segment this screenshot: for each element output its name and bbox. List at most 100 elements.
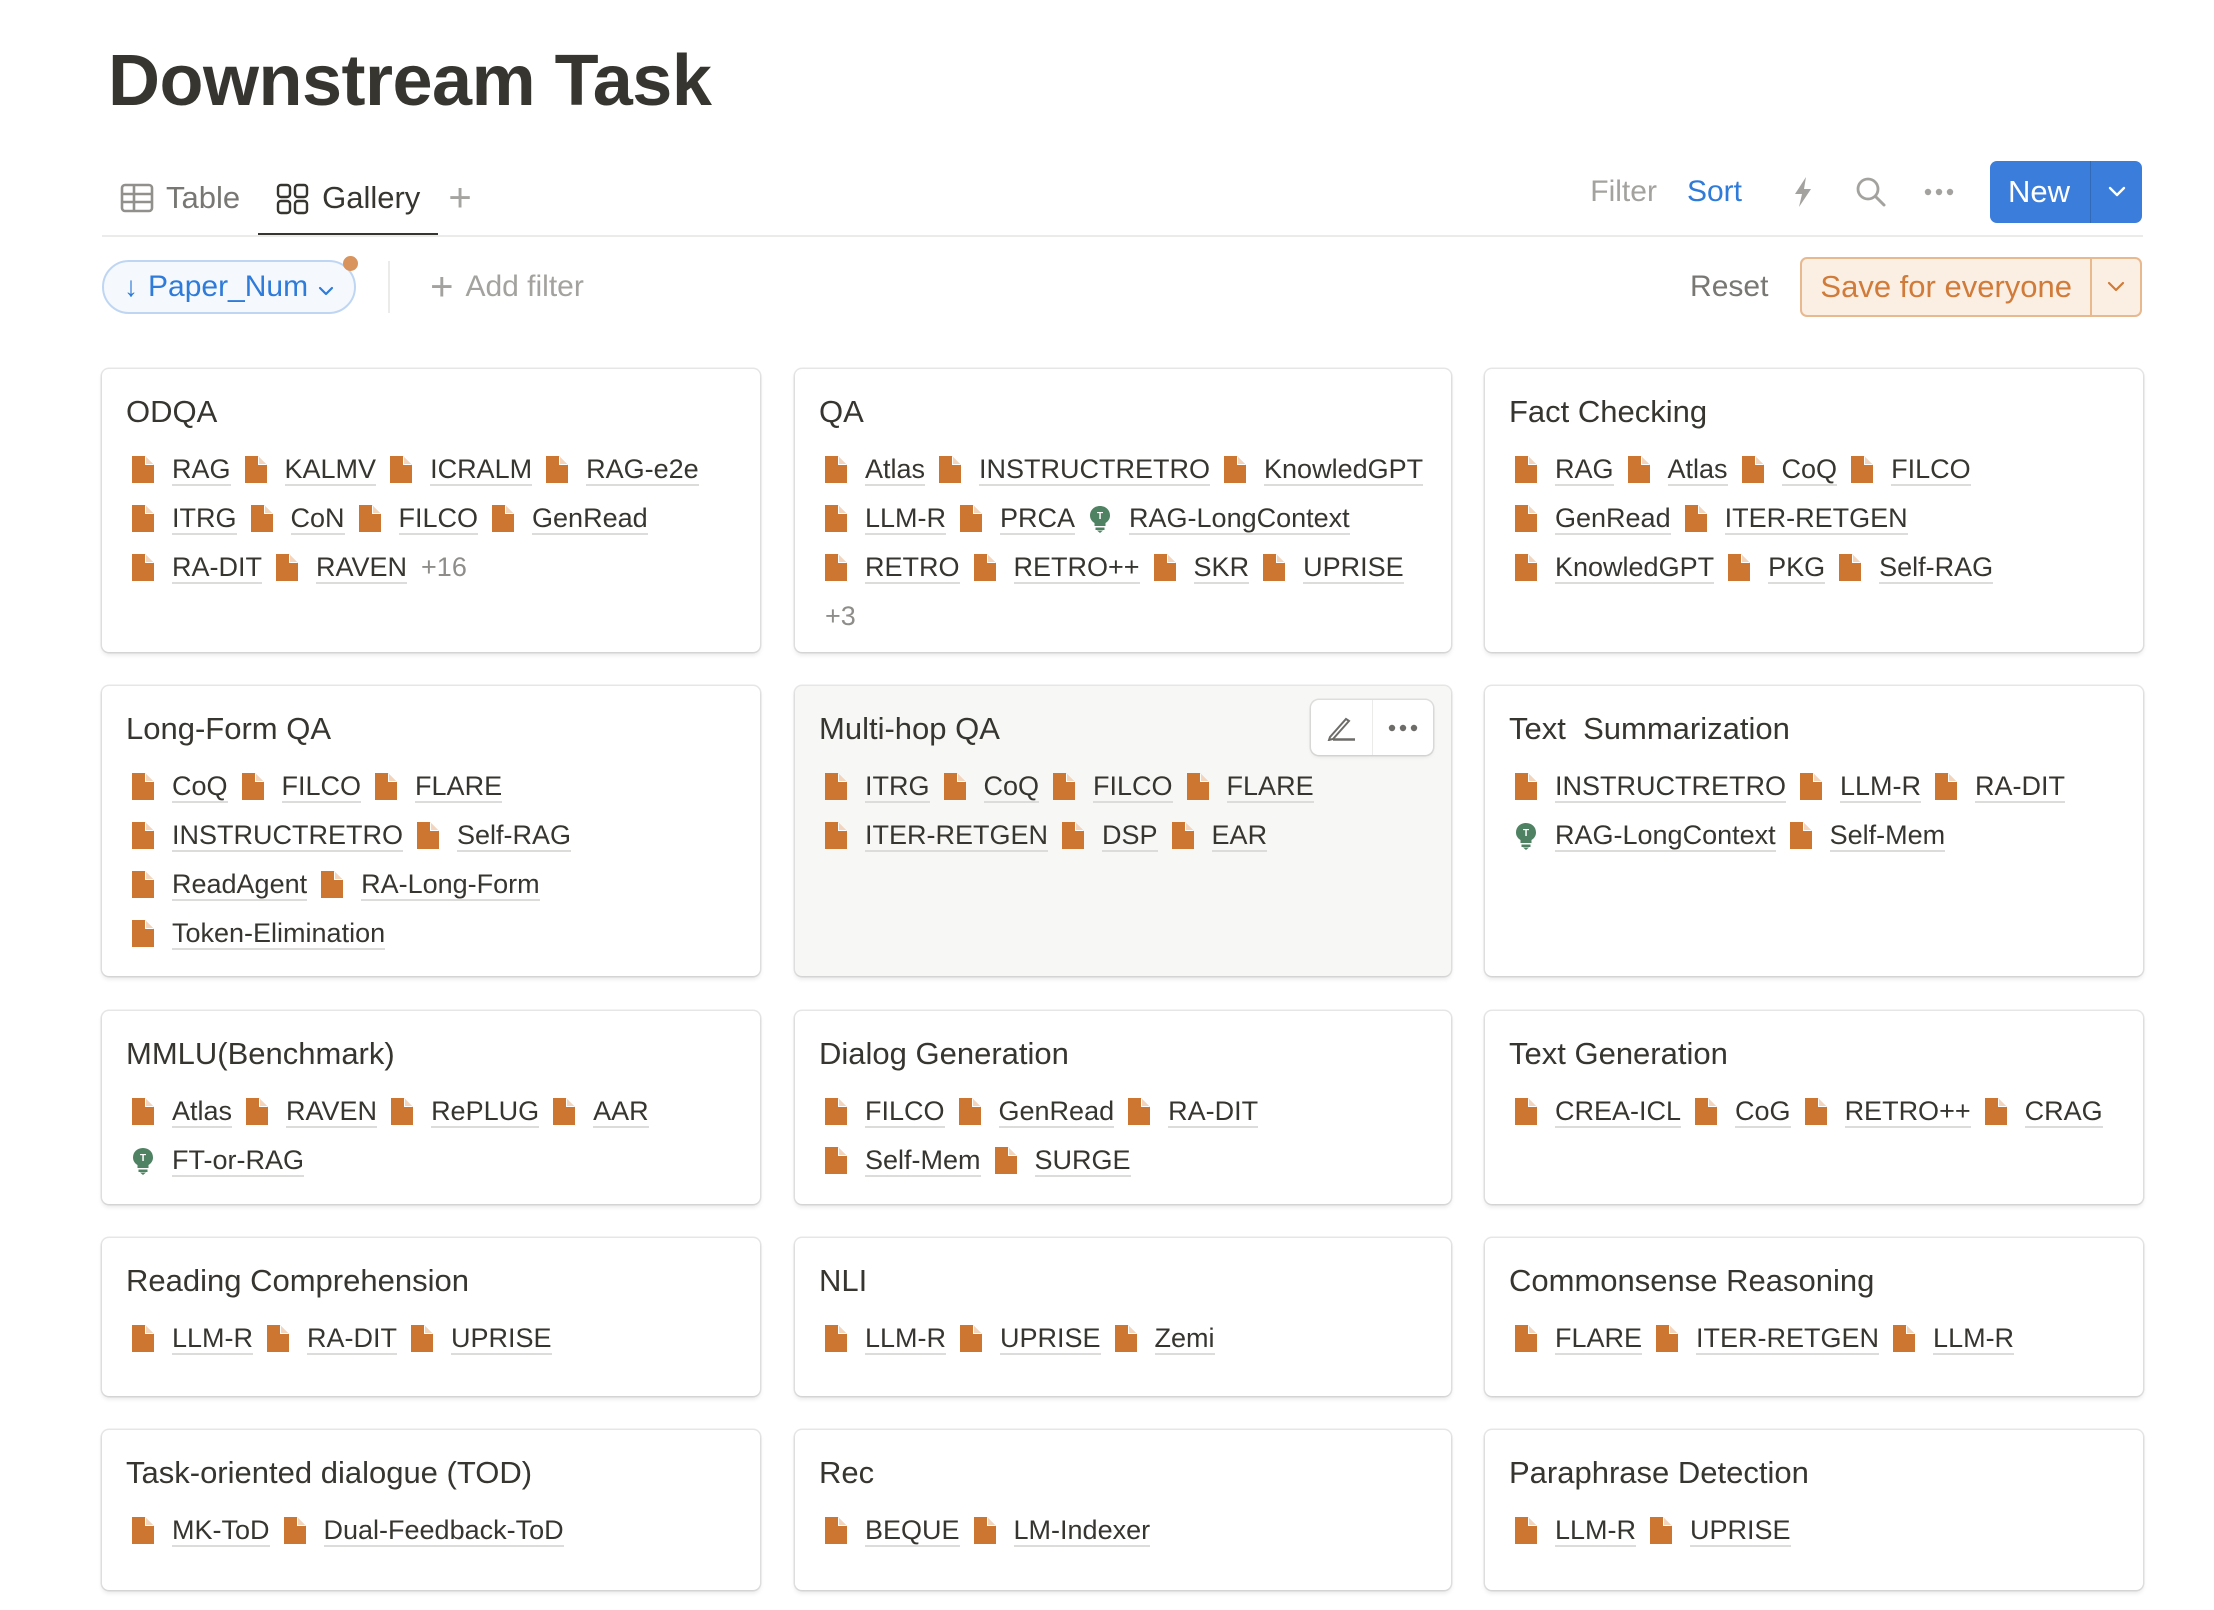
- paper-link[interactable]: Self-RAG: [417, 811, 572, 860]
- paper-link[interactable]: RA-DIT: [1128, 1087, 1259, 1136]
- paper-link[interactable]: FILCO: [358, 494, 479, 543]
- paper-link[interactable]: BEQUE: [825, 1506, 960, 1555]
- paper-link[interactable]: UPRISE: [1650, 1506, 1791, 1555]
- paper-link[interactable]: FLARE: [375, 762, 503, 811]
- paper-link[interactable]: FILCO: [1851, 445, 1971, 494]
- add-view-plus-icon[interactable]: +: [448, 178, 471, 218]
- paper-link[interactable]: KnowledGPT: [1515, 543, 1715, 592]
- paper-link[interactable]: T FT-or-RAG: [132, 1136, 304, 1185]
- paper-link[interactable]: UPRISE: [411, 1314, 552, 1363]
- paper-link[interactable]: RETRO++: [1804, 1087, 1971, 1136]
- gallery-card[interactable]: QA Atlas INSTRUCTRETRO KnowledGPT LLM-R PRCA T…: [795, 369, 1451, 652]
- paper-link[interactable]: PKG: [1728, 543, 1826, 592]
- more-icon[interactable]: [1922, 175, 1956, 209]
- paper-link[interactable]: LLM-R: [1893, 1314, 2015, 1363]
- gallery-card[interactable]: Long-Form QA CoQ FILCO FLARE INSTRUCTRETRO Se…: [102, 686, 760, 976]
- paper-link[interactable]: T RAG-LongContext: [1089, 494, 1350, 543]
- paper-link[interactable]: Atlas: [132, 1087, 233, 1136]
- gallery-card[interactable]: Paraphrase Detection LLM-R UPRISE: [1485, 1430, 2143, 1590]
- paper-link[interactable]: FILCO: [825, 1087, 945, 1136]
- paper-link[interactable]: ReadAgent: [132, 860, 308, 909]
- gallery-card[interactable]: ODQA RAG KALMV ICRALM RAG-e2e ITRG CoN FILCO Gen…: [102, 369, 760, 652]
- paper-link[interactable]: CoN: [250, 494, 345, 543]
- lightning-icon[interactable]: [1786, 175, 1820, 209]
- gallery-card[interactable]: Dialog Generation FILCO GenRead RA-DIT Self-…: [795, 1011, 1451, 1204]
- paper-link[interactable]: SKR: [1153, 543, 1250, 592]
- paper-link[interactable]: CoQ: [943, 762, 1040, 811]
- paper-link[interactable]: Dual-Feedback-ToD: [283, 1506, 564, 1555]
- paper-link[interactable]: RETRO: [825, 543, 960, 592]
- paper-link[interactable]: T RAG-LongContext: [1515, 811, 1776, 860]
- paper-link[interactable]: LLM-R: [1515, 1506, 1637, 1555]
- paper-link[interactable]: RA-DIT: [1935, 762, 2066, 811]
- paper-link[interactable]: FILCO: [1053, 762, 1173, 811]
- edit-pencil-icon[interactable]: [1311, 700, 1372, 755]
- gallery-card[interactable]: Text Summarization INSTRUCTRETRO LLM-R RA-D…: [1485, 686, 2143, 976]
- gallery-card[interactable]: Reading Comprehension LLM-R RA-DIT UPRISE: [102, 1238, 760, 1396]
- paper-link[interactable]: GenRead: [492, 494, 648, 543]
- paper-link[interactable]: Atlas: [1627, 445, 1728, 494]
- paper-link[interactable]: ITRG: [132, 494, 237, 543]
- paper-link[interactable]: LLM-R: [132, 1314, 254, 1363]
- paper-link[interactable]: Self-Mem: [825, 1136, 981, 1185]
- paper-link[interactable]: LM-Indexer: [973, 1506, 1151, 1555]
- paper-link[interactable]: RePLUG: [391, 1087, 540, 1136]
- paper-link[interactable]: LLM-R: [825, 1314, 947, 1363]
- search-icon[interactable]: [1854, 175, 1888, 209]
- paper-link[interactable]: DSP: [1062, 811, 1158, 860]
- paper-link[interactable]: ITRG: [825, 762, 930, 811]
- sort-button[interactable]: Sort: [1687, 175, 1742, 209]
- more-options-icon[interactable]: [1372, 700, 1433, 755]
- paper-link[interactable]: KnowledGPT: [1224, 445, 1424, 494]
- paper-link[interactable]: UPRISE: [960, 1314, 1101, 1363]
- paper-link[interactable]: CREA-ICL: [1515, 1087, 1682, 1136]
- more-count[interactable]: +16: [421, 543, 467, 592]
- gallery-card[interactable]: NLI LLM-R UPRISE Zemi: [795, 1238, 1451, 1396]
- paper-link[interactable]: INSTRUCTRETRO: [939, 445, 1211, 494]
- paper-link[interactable]: RA-DIT: [267, 1314, 398, 1363]
- paper-link[interactable]: Self-Mem: [1789, 811, 1946, 860]
- paper-link[interactable]: Atlas: [825, 445, 926, 494]
- paper-link[interactable]: EAR: [1171, 811, 1268, 860]
- paper-link[interactable]: FLARE: [1515, 1314, 1643, 1363]
- paper-link[interactable]: KALMV: [244, 445, 377, 494]
- paper-link[interactable]: AAR: [553, 1087, 649, 1136]
- gallery-card[interactable]: Commonsense Reasoning FLARE ITER-RETGEN LLM…: [1485, 1238, 2143, 1396]
- paper-link[interactable]: FILCO: [241, 762, 362, 811]
- paper-link[interactable]: GenRead: [1515, 494, 1671, 543]
- gallery-card[interactable]: Fact Checking RAG Atlas CoQ FILCO GenRead ITER…: [1485, 369, 2143, 652]
- paper-link[interactable]: INSTRUCTRETRO: [1515, 762, 1786, 811]
- tab-table[interactable]: Table: [102, 160, 258, 235]
- save-for-everyone-button[interactable]: Save for everyone: [1802, 259, 2090, 315]
- paper-link[interactable]: RAVEN: [246, 1087, 378, 1136]
- paper-link[interactable]: CoQ: [1741, 445, 1838, 494]
- paper-link[interactable]: ITER-RETGEN: [825, 811, 1049, 860]
- gallery-card[interactable]: Text Generation CREA-ICL CoG RETRO++ CRAG: [1485, 1011, 2143, 1204]
- paper-link[interactable]: Zemi: [1114, 1314, 1215, 1363]
- paper-link[interactable]: RA-DIT: [132, 543, 262, 592]
- reset-button[interactable]: Reset: [1690, 270, 1768, 304]
- paper-link[interactable]: Token-Elimination: [132, 909, 386, 958]
- gallery-card[interactable]: Task-oriented dialogue (TOD) MK-ToD Dual-F…: [102, 1430, 760, 1590]
- more-count[interactable]: +3: [825, 592, 856, 641]
- tab-gallery[interactable]: Gallery: [258, 160, 439, 237]
- paper-link[interactable]: RAG: [132, 445, 231, 494]
- paper-link[interactable]: RAVEN: [276, 543, 408, 592]
- paper-link[interactable]: ITER-RETGEN: [1656, 1314, 1880, 1363]
- paper-link[interactable]: UPRISE: [1263, 543, 1404, 592]
- paper-link[interactable]: CoQ: [132, 762, 228, 811]
- paper-link[interactable]: SURGE: [994, 1136, 1131, 1185]
- paper-link[interactable]: RAG: [1515, 445, 1614, 494]
- paper-link[interactable]: RAG-e2e: [546, 445, 699, 494]
- sort-chip[interactable]: ↓ Paper_Num: [102, 256, 359, 314]
- new-button[interactable]: New: [1990, 161, 2090, 223]
- paper-link[interactable]: GenRead: [958, 1087, 1115, 1136]
- paper-link[interactable]: RA-Long-Form: [321, 860, 540, 909]
- add-filter-button[interactable]: + Add filter: [430, 267, 584, 307]
- paper-link[interactable]: FLARE: [1186, 762, 1314, 811]
- save-dropdown-chevron-icon[interactable]: [2090, 259, 2140, 315]
- gallery-card[interactable]: Rec BEQUE LM-Indexer: [795, 1430, 1451, 1590]
- paper-link[interactable]: Self-RAG: [1839, 543, 1994, 592]
- paper-link[interactable]: ICRALM: [390, 445, 533, 494]
- paper-link[interactable]: RETRO++: [973, 543, 1140, 592]
